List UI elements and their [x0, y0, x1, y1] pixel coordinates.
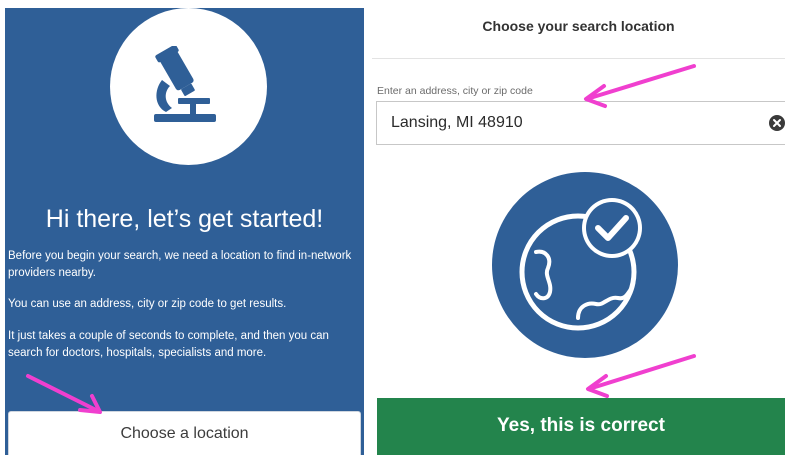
location-input-label: Enter an address, city or zip code: [377, 85, 533, 97]
globe-check-icon: [492, 172, 678, 358]
hero-circle: [110, 8, 267, 165]
welcome-title: Hi there, let’s get started!: [45, 205, 324, 233]
location-modal: Choose your search location Enter an add…: [372, 0, 785, 455]
intro-paragraph: You can use an address, city or zip code…: [8, 298, 287, 310]
location-input[interactable]: [376, 101, 785, 145]
welcome-panel: Hi there, let’s get started! Before you …: [5, 8, 364, 455]
choose-location-button[interactable]: Choose a location: [8, 411, 361, 455]
intro-paragraph: It just takes a couple of seconds to com…: [8, 330, 329, 359]
intro-paragraph: Before you begin your search, we need a …: [8, 250, 352, 279]
clear-icon[interactable]: [769, 115, 785, 131]
title-divider: [372, 58, 785, 59]
screenshot-stage: Hi there, let’s get started! Before you …: [0, 0, 785, 455]
microscope-icon: [154, 46, 216, 122]
confirm-location-button[interactable]: Yes, this is correct: [377, 398, 785, 455]
modal-title: Choose your search location: [482, 18, 675, 34]
